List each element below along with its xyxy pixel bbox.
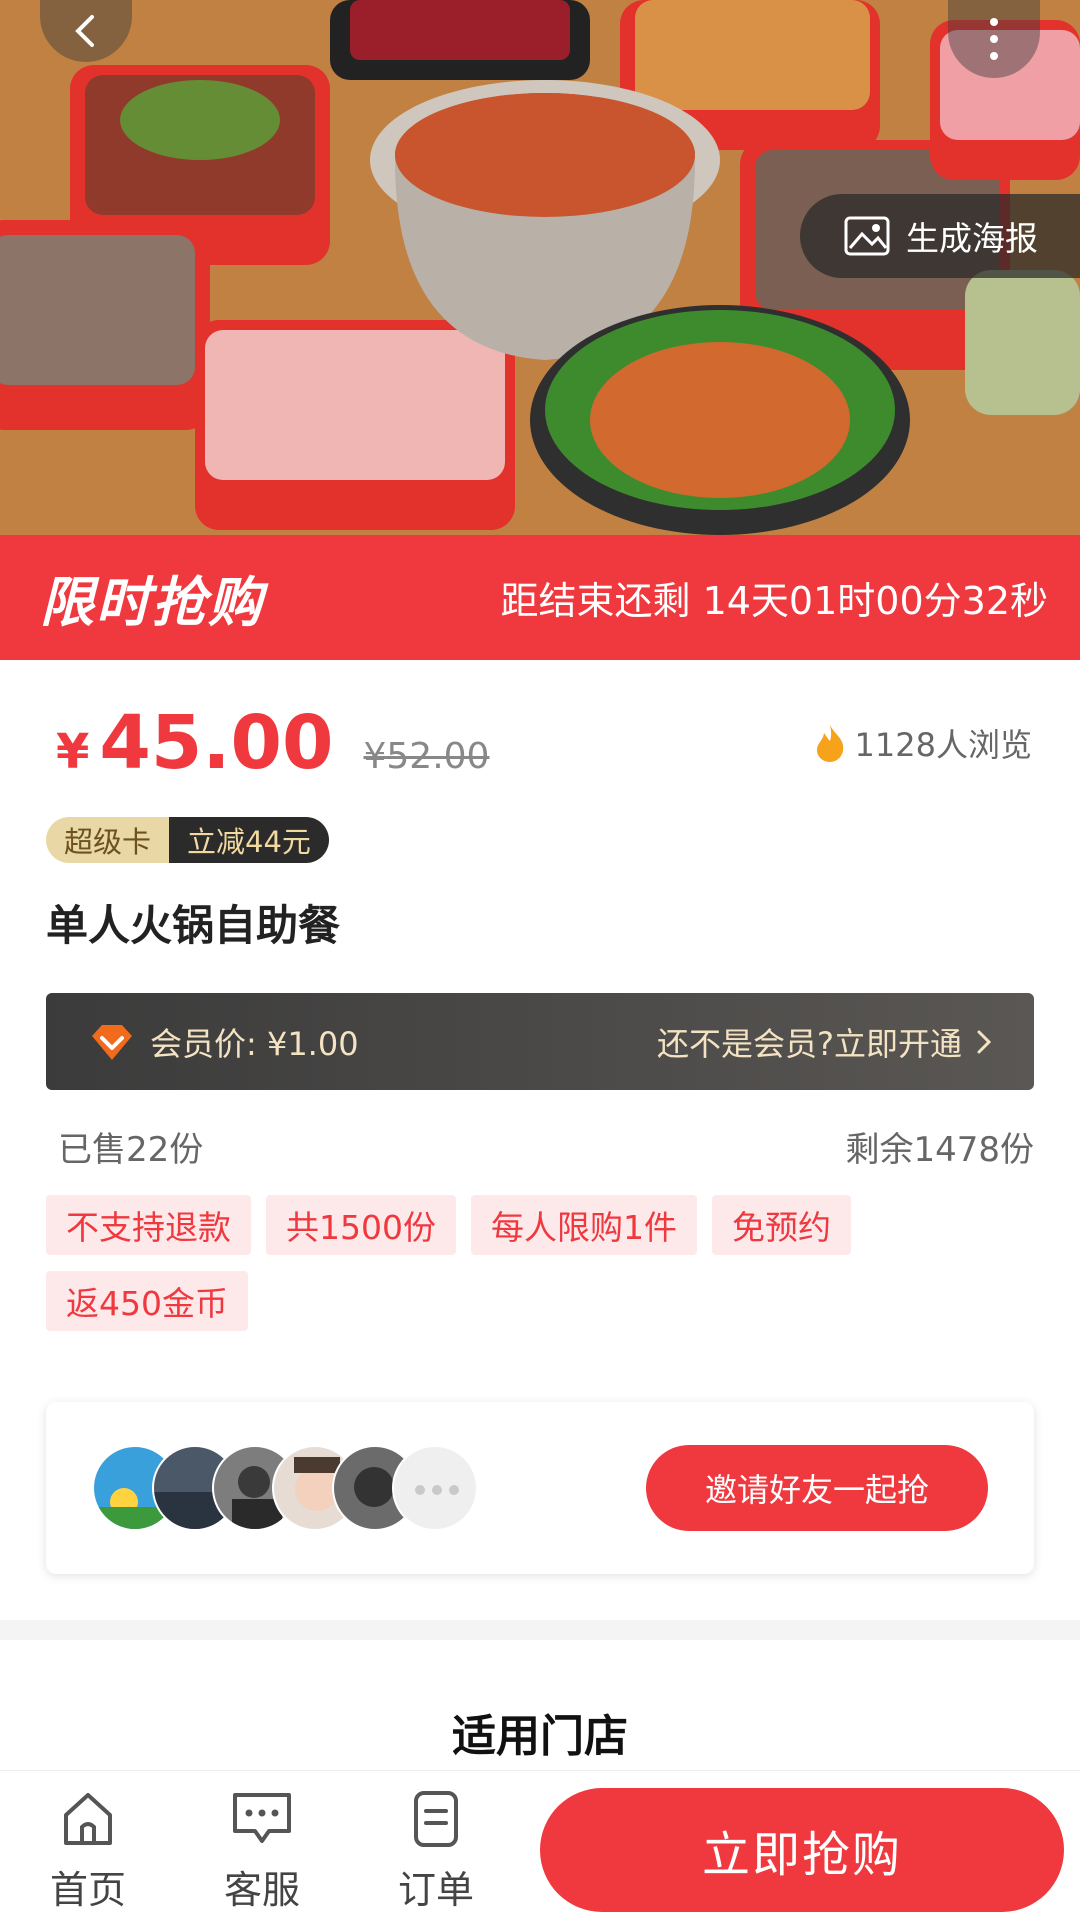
become-member-link[interactable]: 还不是会员?立即开通 xyxy=(657,1019,994,1065)
invite-friends-button[interactable]: 邀请好友一起抢 xyxy=(646,1445,988,1531)
chat-icon xyxy=(233,1793,291,1843)
super-card-label: 超级卡 xyxy=(46,817,170,863)
nav-orders-label: 订单 xyxy=(397,1868,474,1912)
diamond-vip-icon xyxy=(92,1024,132,1060)
member-price-label: 会员价: ¥1.00 xyxy=(150,1024,359,1063)
member-price: 会员价: ¥1.00 xyxy=(90,1019,359,1065)
remaining-count: 剩余1478份 xyxy=(845,1130,1034,1170)
buy-now-button[interactable]: 立即抢购 xyxy=(540,1788,1064,1912)
tag-coin-reward: 返450金币 xyxy=(46,1271,248,1331)
product-title: 单人火锅自助餐 xyxy=(46,901,341,950)
tag-purchase-limit: 每人限购1件 xyxy=(470,1195,697,1255)
nav-orders[interactable]: 订单 xyxy=(381,1789,491,1914)
product-details: ¥ 45.00 ¥52.00 1128人浏览 超级卡 立减44元 单人火锅自助餐… xyxy=(0,660,1080,1620)
invite-friends-card: 邀请好友一起抢 xyxy=(46,1402,1034,1574)
view-count: 1128人浏览 xyxy=(813,720,1032,766)
product-hero-image: 生成海报 xyxy=(0,0,1080,535)
bottom-action-bar: 首页 客服 订单 立即抢购 xyxy=(0,1770,1080,1921)
view-count-label: 1128人浏览 xyxy=(854,726,1032,764)
nav-home[interactable]: 首页 xyxy=(33,1789,143,1914)
fire-icon xyxy=(816,725,843,762)
flash-sale-countdown: 距结束还剩 14天01时00分32秒 xyxy=(500,579,1049,623)
current-price: 45.00 xyxy=(99,700,334,786)
more-avatars-icon xyxy=(392,1445,478,1531)
applicable-stores-title: 适用门店 xyxy=(452,1711,628,1762)
original-price: ¥52.00 xyxy=(363,736,490,777)
flash-sale-title: 限时抢购 xyxy=(40,571,264,634)
tag-no-reservation: 免预约 xyxy=(711,1195,851,1255)
nav-customer-service-label: 客服 xyxy=(223,1868,300,1912)
tag-total-quantity: 共1500份 xyxy=(266,1195,456,1255)
discount-label: 立减44元 xyxy=(169,817,329,863)
chevron-left-icon xyxy=(75,15,94,47)
order-icon xyxy=(414,1791,458,1847)
sold-count: 已售22份 xyxy=(58,1130,204,1170)
flash-sale-bar: 限时抢购 距结束还剩 14天01时00分32秒 xyxy=(0,535,1080,660)
tag-no-refund: 不支持退款 xyxy=(46,1195,251,1255)
chevron-right-icon xyxy=(977,1030,992,1053)
nav-home-label: 首页 xyxy=(49,1868,126,1912)
member-price-bar[interactable]: 会员价: ¥1.00 还不是会员?立即开通 xyxy=(46,993,1034,1090)
generate-poster-label: 生成海报 xyxy=(906,219,1038,258)
image-icon xyxy=(844,216,890,256)
price-row: ¥ 45.00 ¥52.00 xyxy=(56,700,489,786)
generate-poster-button[interactable]: 生成海报 xyxy=(800,194,1080,278)
applicable-stores-section: 适用门店 xyxy=(0,1640,1080,1770)
home-icon xyxy=(64,1793,112,1845)
more-vertical-icon xyxy=(990,18,998,60)
nav-customer-service[interactable]: 客服 xyxy=(207,1789,317,1914)
become-member-label: 还不是会员?立即开通 xyxy=(657,1024,962,1063)
super-card-badge: 超级卡 立减44元 xyxy=(46,817,329,863)
currency-symbol: ¥ xyxy=(56,724,90,780)
feature-tags: 不支持退款 共1500份 每人限购1件 免预约 返450金币 xyxy=(46,1195,1036,1331)
